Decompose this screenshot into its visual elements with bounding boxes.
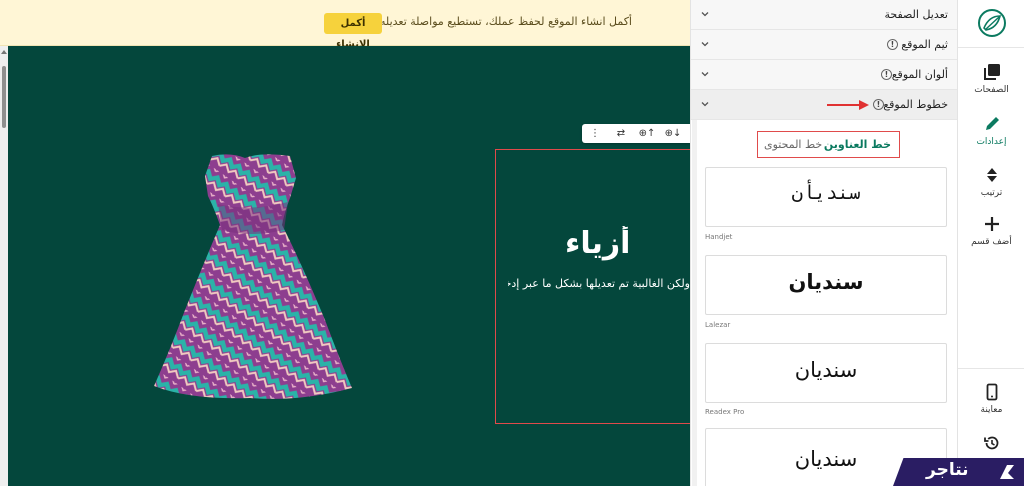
sidebar-item-label: معاينة — [980, 405, 1003, 415]
save-reminder-banner: أكمل انشاء الموقع لحفظ عملك، تستطيع مواص… — [0, 0, 690, 50]
font-sample: سنديأن — [791, 182, 861, 204]
tab-content-font[interactable]: خط المحتوى — [764, 138, 822, 151]
pages-icon — [983, 64, 1000, 80]
scroll-up-arrow-icon[interactable] — [1, 50, 7, 54]
canvas-scrollbar[interactable] — [0, 46, 8, 486]
sidebar-item-label: ترتيب — [980, 188, 1003, 198]
sort-icon — [986, 168, 997, 182]
accordion-label: ثيم الموقع — [901, 38, 948, 51]
accordion-site-colors[interactable]: ! ألوان الموقع — [691, 60, 957, 90]
mobile-preview-icon — [986, 383, 997, 401]
brand-logo-icon[interactable] — [977, 8, 1007, 38]
add-section-above-button[interactable]: ⊕↑ — [639, 125, 656, 142]
dress-image[interactable] — [150, 150, 360, 400]
section-toolbar: ⋮ ⇄ ⊕↑ ⊕↓ ⊕ — [582, 124, 703, 143]
sidebar-item-label: أضف قسم — [971, 237, 1012, 247]
watermark-logo-icon — [1000, 465, 1014, 479]
scrollbar-thumb[interactable] — [2, 66, 6, 128]
swap-section-button[interactable]: ⇄ — [614, 125, 628, 142]
add-section-below-button[interactable]: ⊕↓ — [665, 125, 682, 142]
editor-root: أكمل انشاء الموقع لحفظ عملك، تستطيع مواص… — [0, 0, 1024, 486]
history-icon — [983, 436, 998, 450]
font-name-label: Readex Pro — [705, 408, 745, 416]
font-name-label: Handjet — [705, 233, 733, 241]
chevron-down-icon — [701, 12, 709, 17]
hero-subtitle-text: ولكن الغالبية تم تعديلها بشكل ما عبر إدخ… — [508, 277, 690, 290]
info-icon[interactable]: ! — [887, 39, 898, 50]
sidebar-item-label: إعدادات — [976, 137, 1007, 147]
accordion-page-edit[interactable]: تعديل الصفحة — [691, 0, 957, 30]
main-sidebar: الصفحات إعدادات ترتيب أضف قسم معاينة — [957, 0, 1024, 486]
watermark-badge: نتاجر — [893, 458, 1024, 486]
chevron-down-icon — [701, 72, 709, 77]
font-option-lalezar[interactable]: سنديان — [705, 255, 947, 315]
divider — [958, 368, 1024, 369]
sidebar-item-preview[interactable]: معاينة — [958, 383, 1024, 429]
font-type-tabs: خط العناوين خط المحتوى — [757, 131, 900, 158]
sidebar-item-add-section[interactable]: أضف قسم — [958, 215, 1024, 261]
accordion-label: ألوان الموقع — [891, 68, 948, 81]
sidebar-item-label: الصفحات — [974, 85, 1009, 95]
chevron-down-icon — [701, 102, 709, 107]
font-name-label: Lalezar — [705, 321, 731, 329]
accordion-label: تعديل الصفحة — [884, 8, 948, 21]
section-menu-button[interactable]: ⋮ — [588, 125, 602, 142]
sidebar-item-pages[interactable]: الصفحات — [958, 63, 1024, 109]
accordion-site-fonts[interactable]: ! خطوط الموقع — [691, 90, 957, 120]
panel-scrollbar[interactable] — [692, 120, 697, 486]
sidebar-item-settings[interactable]: إعدادات — [958, 115, 1024, 161]
hero-title[interactable]: أزياء — [565, 226, 690, 261]
info-icon[interactable]: ! — [881, 69, 892, 80]
pencil-icon — [985, 117, 999, 130]
settings-panel: تعديل الصفحة ! ثيم الموقع ! ألوان الموقع… — [690, 0, 957, 486]
tab-headings-font[interactable]: خط العناوين — [824, 138, 891, 151]
divider — [958, 47, 1024, 48]
font-sample: سنديان — [794, 358, 858, 382]
sidebar-item-sort[interactable]: ترتيب — [958, 166, 1024, 212]
plus-icon — [984, 217, 999, 231]
pointer-arrow-icon — [827, 100, 869, 110]
accordion-label: خطوط الموقع — [883, 98, 948, 111]
watermark-text: نتاجر — [926, 460, 969, 480]
font-sample: سنديان — [788, 270, 864, 294]
font-option-handjet[interactable]: سنديأن — [705, 167, 947, 227]
hero-subtitle[interactable]: ولكن الغالبية تم تعديلها بشكل ما عبر إدخ… — [508, 277, 690, 290]
accordion-site-theme[interactable]: ! ثيم الموقع — [691, 30, 957, 60]
chevron-down-icon — [701, 42, 709, 47]
complete-creation-button[interactable]: أكمل الإنشاء — [324, 13, 382, 50]
font-option-readex-pro[interactable]: سنديان — [705, 343, 947, 403]
